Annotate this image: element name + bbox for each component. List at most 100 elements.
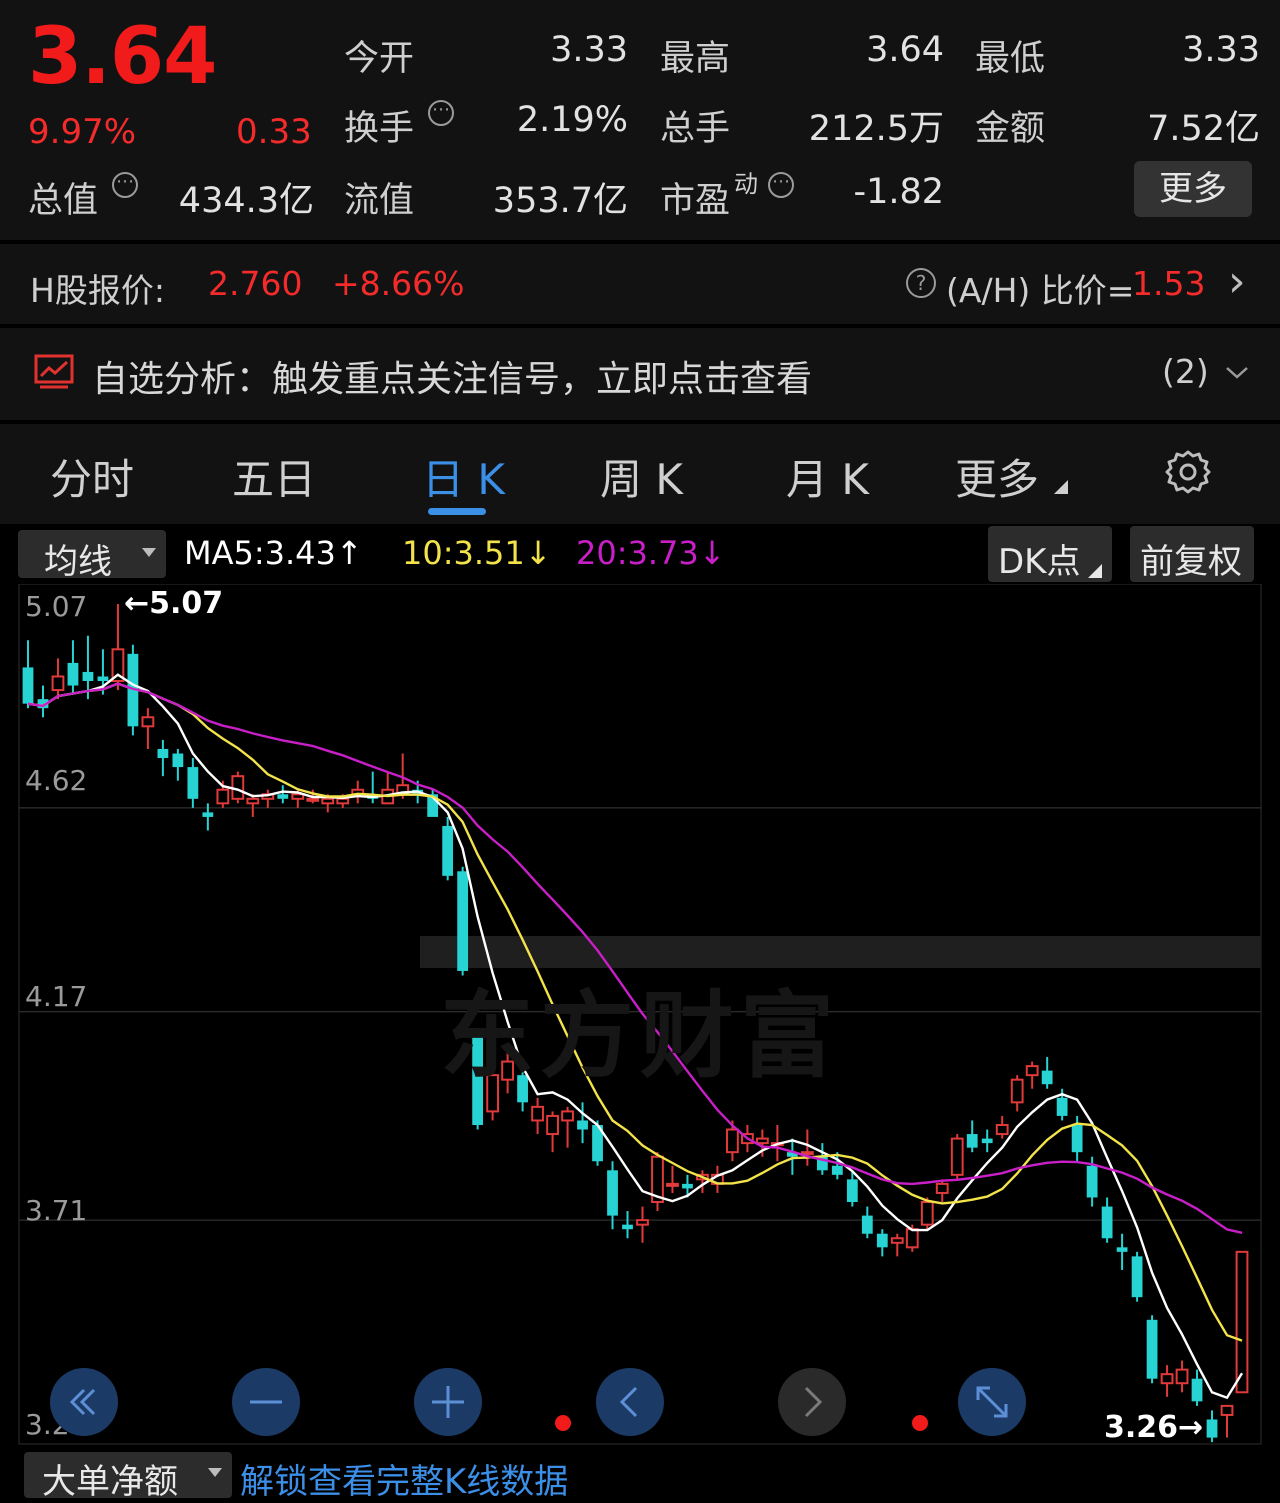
candle-body-down bbox=[1101, 1206, 1113, 1239]
market-cap-info-icon[interactable]: ⋯ bbox=[112, 172, 138, 198]
candle-body-up bbox=[1025, 1065, 1039, 1077]
candle-body-down bbox=[682, 1183, 693, 1189]
signal-dot bbox=[912, 1415, 928, 1431]
alert-text[interactable]: 自选分析：触发重点关注信号，立即点击查看 bbox=[92, 350, 812, 402]
period-tabs: 分时 五日 日 K 周 K 月 K 更多 bbox=[0, 424, 1280, 524]
dk-point-label: DK点 bbox=[998, 542, 1081, 582]
low-label: 最低 bbox=[975, 39, 1046, 79]
candle-body-down bbox=[607, 1170, 618, 1216]
open-value: 3.33 bbox=[550, 30, 628, 70]
turnover-value: 2.19% bbox=[516, 100, 628, 140]
tab-intraday[interactable]: 分时 bbox=[50, 446, 134, 507]
candle-body-down bbox=[1071, 1124, 1083, 1153]
market-cap-label: 总值 bbox=[28, 181, 99, 221]
candle-body-down bbox=[172, 753, 184, 768]
ma-select[interactable]: 均线 bbox=[18, 530, 166, 582]
float-cap-label: 流值 bbox=[344, 181, 415, 221]
turnover-label: 换手 bbox=[344, 109, 415, 149]
candle-body-up bbox=[216, 788, 230, 805]
watermark: 东方财富 bbox=[440, 982, 841, 1091]
candle-body-down bbox=[277, 794, 289, 799]
candle-body-down bbox=[1086, 1165, 1098, 1198]
pe-info-icon[interactable]: ⋯ bbox=[768, 172, 794, 198]
candle-body-down bbox=[67, 662, 79, 686]
candle-body-up bbox=[890, 1237, 904, 1244]
zoom-out-button[interactable] bbox=[232, 1368, 300, 1436]
change-percent: 9.97% bbox=[28, 112, 137, 152]
tab-more[interactable]: 更多 bbox=[955, 446, 1039, 507]
candle-body-down bbox=[82, 671, 94, 682]
dk-point-button[interactable]: DK点 bbox=[988, 526, 1112, 582]
gear-icon[interactable] bbox=[1164, 448, 1212, 496]
high-marker-label: ←5.07 bbox=[124, 586, 224, 621]
tab-daily-k[interactable]: 日 K bbox=[422, 446, 505, 507]
candle-body-down bbox=[1191, 1378, 1203, 1402]
zoom-fast-back-button[interactable] bbox=[50, 1368, 118, 1436]
candle-body-up bbox=[51, 675, 65, 692]
candle-body-up bbox=[231, 775, 245, 800]
pe-label: 市盈 bbox=[660, 181, 731, 221]
unlock-kline-link[interactable]: 解锁查看完整K线数据 bbox=[240, 1454, 568, 1503]
candle-body-down bbox=[622, 1224, 633, 1230]
candle-body-up bbox=[1220, 1404, 1234, 1416]
candle-body-down bbox=[1041, 1070, 1053, 1085]
scroll-left-button[interactable] bbox=[596, 1368, 664, 1436]
candle-body-down bbox=[1116, 1247, 1128, 1252]
adjust-button[interactable]: 前复权 bbox=[1130, 526, 1254, 582]
high-label: 最高 bbox=[660, 39, 731, 79]
high-value: 3.64 bbox=[866, 30, 944, 70]
tab-monthly-k[interactable]: 月 K bbox=[786, 446, 869, 507]
candle-body-down bbox=[577, 1120, 588, 1130]
turnover-info-icon[interactable]: ⋯ bbox=[428, 100, 454, 126]
candle-body-up bbox=[1010, 1078, 1024, 1104]
candle-body-up bbox=[726, 1128, 739, 1154]
candle-body-up bbox=[1235, 1250, 1249, 1394]
scroll-right-button[interactable] bbox=[778, 1368, 846, 1436]
candle-body-down bbox=[442, 825, 454, 876]
ah-ratio-label: (A/H) 比价= bbox=[946, 271, 1135, 310]
y-tick-label: 4.17 bbox=[25, 980, 88, 1013]
candle-body-down bbox=[1206, 1419, 1218, 1438]
candle-body-up bbox=[546, 1114, 559, 1136]
chevron-down-icon[interactable] bbox=[1224, 364, 1250, 382]
candle-body-down bbox=[157, 748, 169, 759]
more-quote-button[interactable]: 更多 bbox=[1134, 161, 1252, 217]
amount-value: 7.52亿 bbox=[1147, 109, 1260, 149]
adjust-label: 前复权 bbox=[1140, 542, 1242, 582]
y-tick-label: 4.62 bbox=[25, 764, 88, 797]
help-icon[interactable]: ? bbox=[906, 268, 936, 298]
candle-body-down bbox=[187, 767, 199, 799]
candle-body-down bbox=[457, 871, 469, 971]
fullscreen-button[interactable] bbox=[958, 1368, 1026, 1436]
candle-body-up bbox=[1160, 1373, 1174, 1385]
tab-weekly-k[interactable]: 周 K bbox=[600, 446, 683, 507]
candle-body-down bbox=[1146, 1319, 1158, 1379]
zoom-in-button[interactable] bbox=[414, 1368, 482, 1436]
candle-body-up bbox=[246, 797, 260, 805]
expand-icon bbox=[976, 1386, 1008, 1418]
candle-body-up bbox=[321, 797, 335, 805]
candle-body-down bbox=[966, 1134, 978, 1148]
candle-body-down bbox=[981, 1138, 993, 1144]
candle-body-down bbox=[1056, 1097, 1068, 1116]
candle-body-up bbox=[995, 1123, 1009, 1136]
more-corner-icon bbox=[1054, 480, 1068, 494]
active-tab-indicator bbox=[428, 508, 486, 515]
ah-ratio-value: 1.53 bbox=[1132, 264, 1206, 303]
candle-body-up bbox=[755, 1137, 769, 1145]
sub-indicator-select[interactable]: 大单净额 bbox=[24, 1452, 232, 1502]
candle-body-down bbox=[876, 1233, 888, 1248]
ma20-readout: 20:3.73↓ bbox=[576, 534, 726, 572]
plus-icon bbox=[432, 1386, 464, 1418]
chevron-left-icon bbox=[619, 1386, 638, 1418]
tab-five-day[interactable]: 五日 bbox=[232, 446, 316, 507]
ma-select-label: 均线 bbox=[44, 542, 112, 582]
chart-monitor-icon bbox=[34, 354, 74, 389]
chevron-right-icon[interactable]: › bbox=[1228, 256, 1246, 307]
candle-body-up bbox=[141, 716, 155, 728]
dropdown-arrow-icon bbox=[142, 548, 156, 557]
y-tick-label: 3.71 bbox=[25, 1194, 88, 1227]
low-marker-label: 3.26→ bbox=[1104, 1410, 1204, 1445]
candle-body-up bbox=[561, 1110, 574, 1122]
candle-body-up bbox=[531, 1105, 544, 1122]
